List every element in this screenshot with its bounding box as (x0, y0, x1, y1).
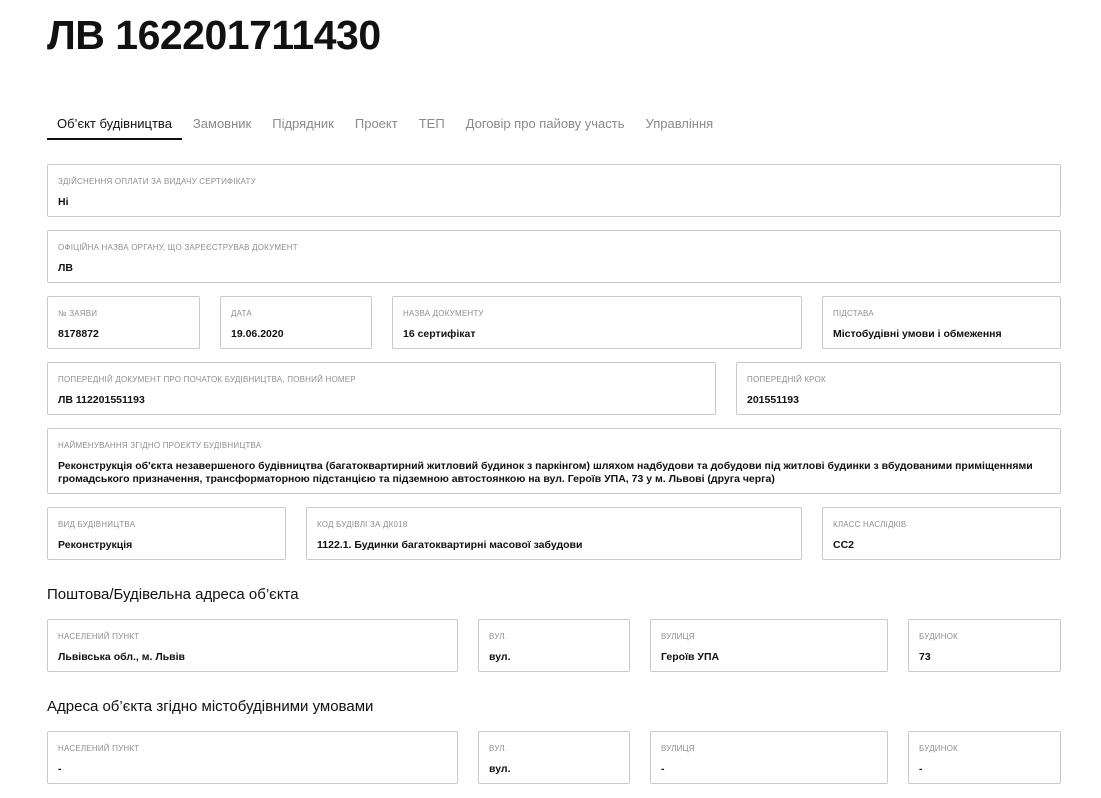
application-number-value: 8178872 (58, 328, 99, 340)
tab-construction-object[interactable]: Об’єкт будівництва (47, 110, 182, 140)
planning-street-type-value: вул. (489, 763, 511, 775)
consequence-class-field: Класс наслідків СС2 (822, 507, 1061, 560)
construction-type-value: Реконструкція (58, 539, 133, 551)
authority-value: ЛВ (58, 262, 73, 274)
project-name-label: Найменування згідно проекту будівництва (58, 441, 262, 450)
planning-street-type-field: Вул. вул. (478, 731, 630, 784)
consequence-class-value: СС2 (833, 539, 855, 551)
application-number-field: № заяви 8178872 (47, 296, 200, 349)
construction-type-label: Вид будівництва (58, 520, 136, 529)
planning-building-field: Будинок - (908, 731, 1061, 784)
document-name-value: 16 сертифікат (403, 328, 476, 340)
previous-step-label: Попередній крок (747, 375, 826, 384)
postal-building-field: Будинок 73 (908, 619, 1061, 672)
tab-management[interactable]: Управління (636, 110, 724, 138)
tab-customer[interactable]: Замовник (183, 110, 261, 138)
planning-street-type-label: Вул. (489, 744, 508, 753)
payment-value: Ні (58, 196, 69, 208)
postal-street-value: Героїв УПА (661, 651, 720, 663)
planning-address-title: Адреса об’єкта згідно містобудівними умо… (47, 698, 374, 715)
postal-building-value: 73 (919, 651, 931, 663)
tab-project[interactable]: Проект (345, 110, 408, 138)
planning-street-label: Вулиця (661, 744, 695, 753)
postal-settlement-value: Львівська обл., м. Львів (58, 651, 186, 663)
postal-address-title: Поштова/Будівельна адреса об’єкта (47, 586, 299, 603)
previous-document-field: Попередній документ про початок будівниц… (47, 362, 716, 415)
date-label: Дата (231, 309, 252, 318)
postal-building-label: Будинок (919, 632, 959, 641)
page-title: ЛВ 162201711430 (47, 12, 381, 58)
consequence-class-label: Класс наслідків (833, 520, 907, 529)
planning-street-field: Вулиця - (650, 731, 888, 784)
tabs-bar: Об’єкт будівництва Замовник Підрядник Пр… (47, 110, 724, 140)
building-code-value: 1122.1. Будинки багатоквартирні масової … (317, 539, 583, 551)
application-number-label: № заяви (58, 309, 98, 318)
document-name-label: Назва документу (403, 309, 484, 318)
basis-field: Підстава Містобудівні умови і обмеження (822, 296, 1061, 349)
postal-street-type-field: Вул. вул. (478, 619, 630, 672)
previous-step-field: Попередній крок 201551193 (736, 362, 1061, 415)
planning-building-label: Будинок (919, 744, 959, 753)
building-code-label: Код будівлі за ДК018 (317, 520, 408, 529)
construction-type-field: Вид будівництва Реконструкція (47, 507, 286, 560)
planning-settlement-field: Населений пункт - (47, 731, 458, 784)
tab-contractor[interactable]: Підрядник (262, 110, 344, 138)
postal-street-label: Вулиця (661, 632, 695, 641)
planning-street-value: - (661, 763, 665, 775)
authority-field: Офіційна назва органу, що зареєстрував д… (47, 230, 1061, 283)
tab-tep[interactable]: ТЕП (409, 110, 455, 138)
planning-building-value: - (919, 763, 923, 775)
postal-street-type-label: Вул. (489, 632, 508, 641)
project-name-field: Найменування згідно проекту будівництва … (47, 428, 1061, 494)
project-name-value: Реконструкція об'єкта незавершеного буді… (58, 460, 1033, 485)
postal-settlement-label: Населений пункт (58, 632, 140, 641)
postal-street-type-value: вул. (489, 651, 511, 663)
tab-share-agreement[interactable]: Договір про пайову участь (456, 110, 635, 138)
basis-label: Підстава (833, 309, 874, 318)
document-name-field: Назва документу 16 сертифікат (392, 296, 802, 349)
authority-label: Офіційна назва органу, що зареєстрував д… (58, 243, 298, 252)
payment-label: Здійснення оплати за видачу сертифікату (58, 177, 256, 186)
previous-step-value: 201551193 (747, 394, 799, 406)
planning-settlement-value: - (58, 763, 62, 775)
building-code-field: Код будівлі за ДК018 1122.1. Будинки баг… (306, 507, 802, 560)
date-value: 19.06.2020 (231, 328, 284, 340)
basis-value: Містобудівні умови і обмеження (833, 328, 1002, 340)
postal-settlement-field: Населений пункт Львівська обл., м. Львів (47, 619, 458, 672)
planning-settlement-label: Населений пункт (58, 744, 140, 753)
previous-document-value: ЛВ 112201551193 (58, 394, 145, 406)
previous-document-label: Попередній документ про початок будівниц… (58, 375, 356, 384)
payment-field: Здійснення оплати за видачу сертифікату … (47, 164, 1061, 217)
date-field: Дата 19.06.2020 (220, 296, 372, 349)
postal-street-field: Вулиця Героїв УПА (650, 619, 888, 672)
